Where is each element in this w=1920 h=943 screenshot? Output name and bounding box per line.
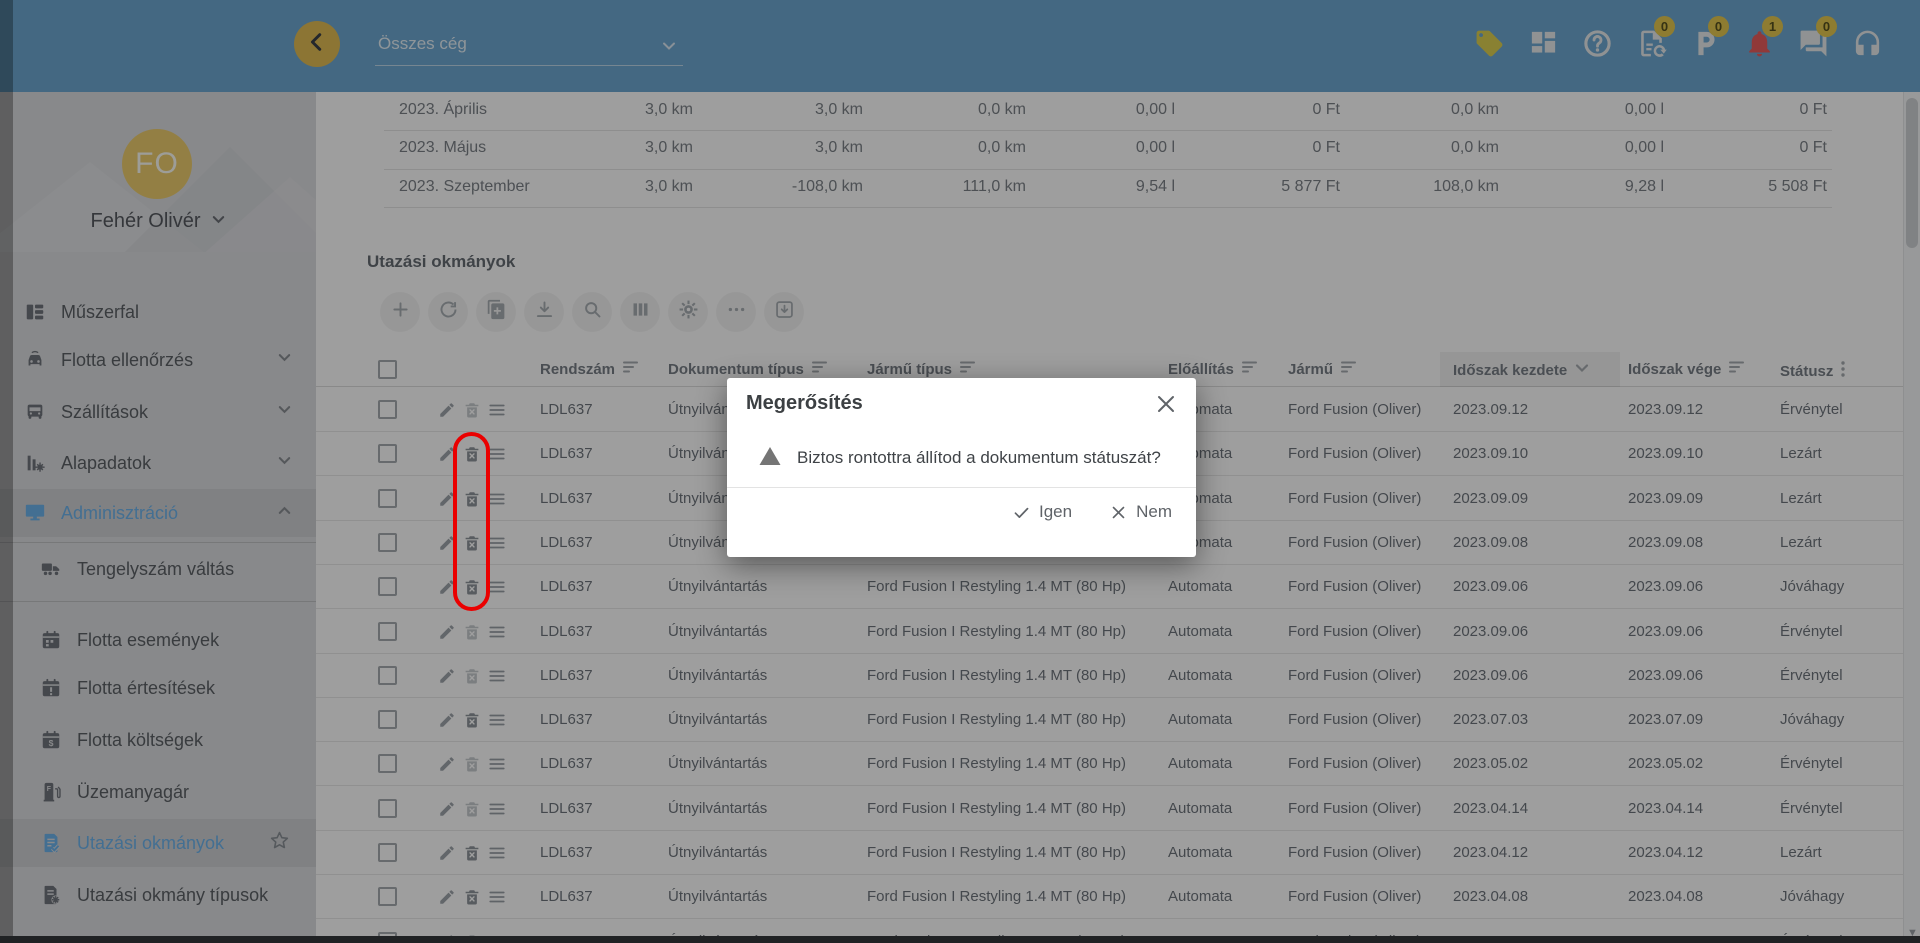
cancel-no-button[interactable]: Nem [1110,502,1172,522]
x-icon [1110,504,1127,521]
dialog-divider [727,487,1196,488]
dialog-title: Megerősítés [746,392,863,415]
confirm-yes-button[interactable]: Igen [1013,502,1072,522]
confirmation-dialog: Megerősítés Biztos rontottra állítod a d… [727,378,1196,557]
red-annotation-oval [453,432,490,611]
dialog-message: Biztos rontottra állítod a dokumentum st… [797,448,1161,468]
check-icon [1013,504,1030,521]
close-icon[interactable] [1154,392,1178,416]
warning-icon [758,444,782,468]
app-window: Összes cég 0010 FO Fehér Olivér Műszerfa… [0,0,1920,943]
